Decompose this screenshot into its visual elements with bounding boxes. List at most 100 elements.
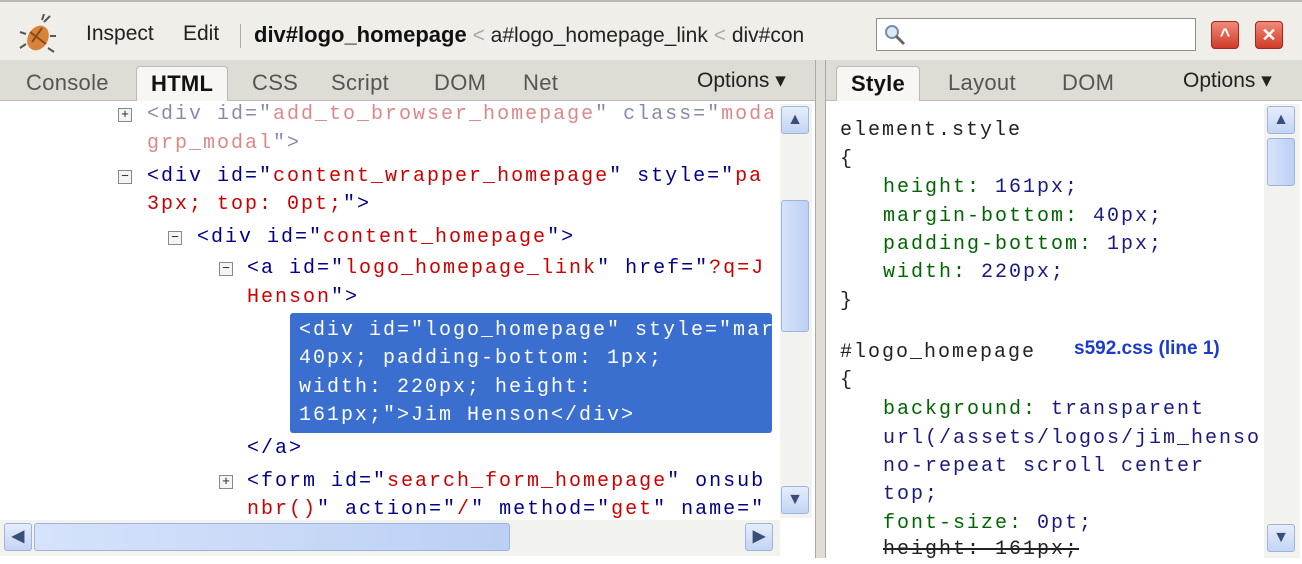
css-token[interactable]: url(/assets/logos/jim_henso bbox=[883, 427, 1261, 450]
code-token: <div id=" bbox=[147, 103, 274, 126]
code-token: "> bbox=[547, 226, 576, 249]
code-token: " href=" bbox=[597, 257, 710, 280]
side-tab-style[interactable]: Style bbox=[836, 66, 921, 101]
css-token[interactable]: 161px; bbox=[995, 176, 1079, 199]
html-node-line[interactable]: 3px; top: 0pt;"> bbox=[147, 191, 773, 219]
style-line: margin-bottom: 40px; bbox=[883, 203, 1264, 231]
style-options-menu[interactable]: Options ▾ bbox=[1183, 68, 1272, 93]
style-line: no-repeat scroll center bbox=[883, 453, 1264, 481]
tab-net[interactable]: Net bbox=[509, 66, 572, 101]
tab-console[interactable]: Console bbox=[12, 66, 123, 101]
css-token[interactable]: 1px; bbox=[1107, 233, 1163, 256]
horizontal-scroll-thumb[interactable] bbox=[34, 523, 510, 551]
code-token: " onsub bbox=[667, 470, 766, 493]
html-node-line[interactable]: <a id="logo_homepage_link" href="?q=J bbox=[247, 255, 773, 283]
code-token: <div id=" bbox=[197, 226, 324, 249]
style-scroll-up-button[interactable]: ▲ bbox=[1267, 106, 1295, 134]
code-token: pa bbox=[735, 165, 764, 188]
css-token[interactable]: 220px; bbox=[981, 261, 1065, 284]
style-line: font-size: 0pt; bbox=[883, 510, 1264, 538]
selected-node-line[interactable]: width: 220px; height: bbox=[299, 374, 773, 402]
breadcrumb-item[interactable]: a#logo_homepage_link bbox=[491, 24, 708, 47]
tab-script[interactable]: Script bbox=[317, 66, 403, 101]
code-token: Henson bbox=[247, 286, 332, 309]
code-token: nbr() bbox=[247, 498, 318, 521]
stylesheet-source-link[interactable]: s592.css (line 1) bbox=[1074, 338, 1220, 360]
breadcrumb: div#logo_homepage < a#logo_homepage_link… bbox=[254, 22, 804, 48]
minimize-button[interactable]: ^ bbox=[1211, 21, 1239, 49]
panel-splitter[interactable] bbox=[815, 60, 826, 558]
toolbar-separator bbox=[240, 24, 241, 48]
toggle-collapse-icon[interactable]: − bbox=[168, 231, 182, 245]
html-node-line[interactable]: grp_modal"> bbox=[147, 130, 773, 158]
scroll-right-button[interactable]: ▶ bbox=[745, 523, 773, 551]
code-token: ?q=J bbox=[709, 257, 766, 280]
selected-node-line[interactable]: <div id="logo_homepage" style="mar bbox=[299, 317, 773, 345]
scroll-left-button[interactable]: ◀ bbox=[4, 523, 32, 551]
code-token: <div id="logo_homepage" style="mar bbox=[299, 319, 773, 342]
firebug-logo-icon[interactable] bbox=[18, 14, 58, 54]
tab-css[interactable]: CSS bbox=[238, 66, 312, 101]
toggle-collapse-icon[interactable]: − bbox=[219, 262, 233, 276]
css-property[interactable]: margin-bottom: bbox=[883, 205, 1093, 228]
selected-node-line[interactable]: 40px; padding-bottom: 1px; bbox=[299, 345, 773, 373]
html-node-line[interactable]: </a> bbox=[247, 435, 773, 463]
css-token: } bbox=[840, 290, 855, 313]
breadcrumb-separator: < bbox=[472, 24, 485, 47]
style-line: background: transparent bbox=[883, 396, 1264, 424]
inspect-button[interactable]: Inspect bbox=[86, 22, 154, 46]
css-token[interactable]: no-repeat scroll center bbox=[883, 455, 1205, 478]
css-token[interactable]: 40px; bbox=[1093, 205, 1163, 228]
code-token: <form id=" bbox=[247, 470, 388, 493]
search-icon bbox=[885, 25, 906, 46]
code-token: " method=" bbox=[471, 498, 612, 521]
style-scroll-thumb[interactable] bbox=[1267, 138, 1295, 186]
toggle-collapse-icon[interactable]: − bbox=[118, 170, 132, 184]
style-line: } bbox=[840, 288, 1264, 316]
code-token: content_homepage bbox=[323, 226, 548, 249]
html-node-line[interactable]: Henson"> bbox=[247, 284, 773, 312]
html-node-line[interactable]: <div id="add_to_browser_homepage" class=… bbox=[147, 101, 773, 129]
css-token[interactable]: 0pt; bbox=[1037, 512, 1093, 535]
code-token: " class=" bbox=[595, 103, 722, 126]
code-token: get bbox=[611, 498, 654, 521]
code-token: 161px;">Jim Henson</div> bbox=[299, 404, 636, 427]
search-input[interactable] bbox=[876, 18, 1196, 51]
html-node-line[interactable]: <div id="content_wrapper_homepage" style… bbox=[147, 163, 773, 191]
scroll-thumb[interactable] bbox=[781, 200, 809, 332]
style-line: top; bbox=[883, 481, 1264, 509]
code-token: 40px; padding-bottom: 1px; bbox=[299, 347, 664, 370]
css-property[interactable]: padding-bottom: bbox=[883, 233, 1107, 256]
code-token: "> bbox=[343, 193, 372, 216]
tab-dom[interactable]: DOM bbox=[420, 66, 500, 101]
style-line: { bbox=[840, 367, 1264, 395]
html-node-line[interactable]: <form id="search_form_homepage" onsub bbox=[247, 468, 773, 496]
side-tab-dom[interactable]: DOM bbox=[1048, 66, 1128, 101]
html-options-menu[interactable]: Options ▾ bbox=[697, 68, 786, 93]
css-token[interactable]: transparent bbox=[1051, 398, 1205, 421]
close-button[interactable]: ✕ bbox=[1255, 21, 1283, 49]
toggle-expand-icon[interactable]: + bbox=[118, 108, 132, 122]
css-property[interactable]: height: bbox=[883, 176, 995, 199]
breadcrumb-item[interactable]: div#logo_homepage bbox=[254, 22, 467, 47]
css-property[interactable]: width: bbox=[883, 261, 981, 284]
style-scroll-down-button[interactable]: ▼ bbox=[1267, 524, 1295, 552]
scroll-up-button[interactable]: ▲ bbox=[781, 106, 809, 134]
css-property[interactable]: font-size: bbox=[883, 512, 1037, 535]
code-token: <a id=" bbox=[247, 257, 346, 280]
toggle-expand-icon[interactable]: + bbox=[219, 475, 233, 489]
css-token: { bbox=[840, 369, 855, 392]
html-node-line[interactable]: <div id="content_homepage"> bbox=[197, 224, 773, 252]
css-token[interactable]: top; bbox=[883, 483, 939, 506]
side-tab-layout[interactable]: Layout bbox=[934, 66, 1030, 101]
scroll-down-button[interactable]: ▼ bbox=[781, 486, 809, 514]
code-token: / bbox=[457, 498, 472, 521]
code-token: logo_homepage_link bbox=[345, 257, 598, 280]
selected-node-line[interactable]: 161px;">Jim Henson</div> bbox=[299, 402, 773, 430]
breadcrumb-item[interactable]: div#con bbox=[732, 24, 804, 47]
edit-button[interactable]: Edit bbox=[183, 22, 219, 46]
firebug-toolbar: Inspect Edit div#logo_homepage < a#logo_… bbox=[0, 0, 1302, 60]
style-line: { bbox=[840, 146, 1264, 174]
tab-html[interactable]: HTML bbox=[136, 66, 229, 101]
css-property[interactable]: background: bbox=[883, 398, 1051, 421]
